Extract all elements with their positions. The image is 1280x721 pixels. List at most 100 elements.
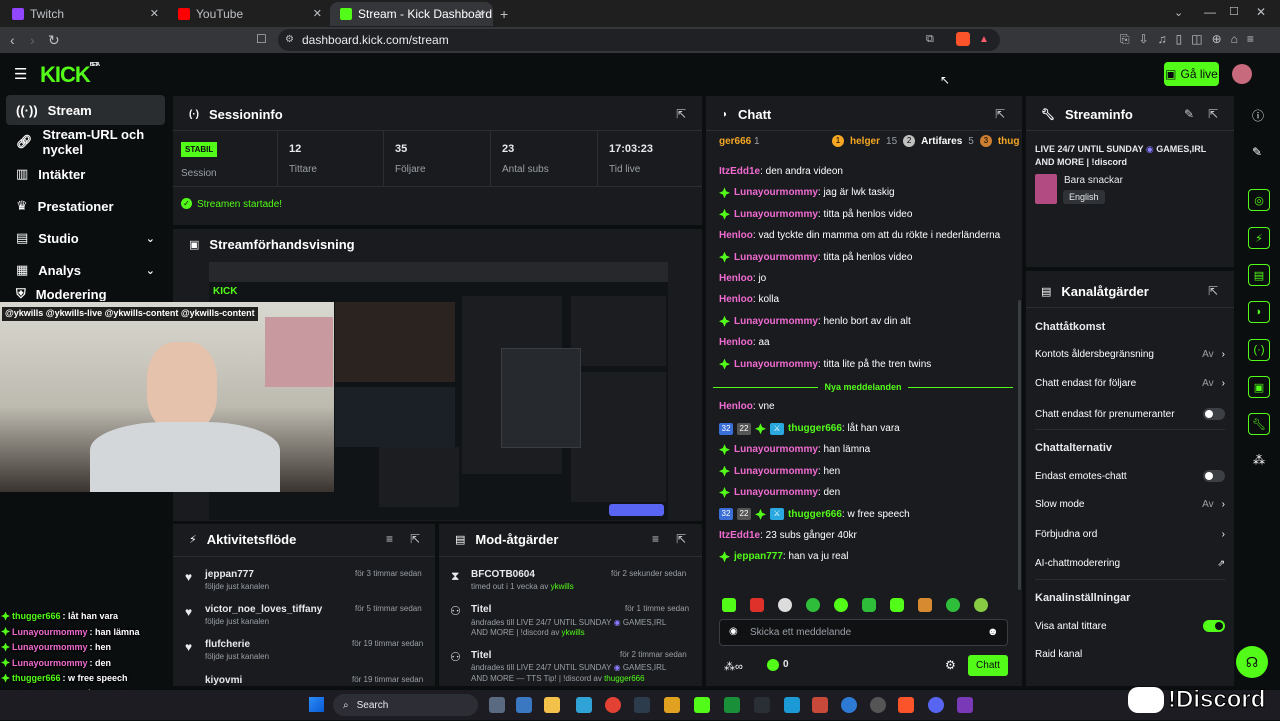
popout-icon[interactable]: ⇱ <box>676 532 686 546</box>
chat-message[interactable]: 32 22 ⚔ thugger666: w free speech <box>719 508 910 521</box>
tab-list-icon[interactable]: ⌄ <box>1174 6 1183 19</box>
app-icon[interactable] <box>516 697 532 713</box>
maximize-icon[interactable]: ☐ <box>1229 5 1239 18</box>
go-live-button[interactable]: ▣ Gå live <box>1164 62 1219 86</box>
chat-username[interactable]: thugger666 <box>788 509 842 520</box>
rail-button-lightning[interactable]: ⚡ <box>1248 227 1270 249</box>
chat-username[interactable]: Lunayourmommy <box>734 487 818 498</box>
rockstar-icon[interactable] <box>664 697 680 713</box>
rail-button-chat[interactable]: ◗ <box>1248 301 1270 323</box>
emote-icon[interactable] <box>806 598 820 612</box>
app-icon[interactable] <box>754 697 770 713</box>
emote-icon[interactable] <box>862 598 876 612</box>
xbox-icon[interactable] <box>724 697 740 713</box>
avatar[interactable] <box>1232 64 1252 84</box>
setting-slow-mode[interactable]: Slow mode Av › <box>1035 499 1225 510</box>
chat-message[interactable]: Lunayourmommy: titta på henlos video <box>719 251 912 263</box>
chat-username[interactable]: Lunayourmommy <box>734 187 818 198</box>
chat-username[interactable]: Lunayourmommy <box>734 359 818 370</box>
sidebar-item-moderation[interactable]: ⛨ Moderering <box>6 287 165 301</box>
chat-message[interactable]: jeppan777: han va ju real <box>719 551 849 563</box>
rail-button-target[interactable]: ◎ <box>1248 189 1270 211</box>
address-bar[interactable]: dashboard.kick.com/stream <box>278 29 1000 51</box>
setting-followers-only[interactable]: Chatt endast för följare Av › <box>1035 378 1225 389</box>
app-icon[interactable] <box>841 697 857 713</box>
close-window-icon[interactable]: ✕ <box>1256 5 1266 19</box>
tab-kick-dashboard[interactable]: Stream - Kick Dashboard ✕ <box>330 2 493 26</box>
minimize-icon[interactable]: — <box>1204 5 1216 19</box>
brave-rewards-icon[interactable]: ▲ <box>979 34 989 45</box>
back-icon[interactable]: ‹ <box>10 32 15 48</box>
sidebar-item-analytics[interactable]: ▦ Analys ⌄ <box>6 255 165 285</box>
chat-message[interactable]: Lunayourmommy: jag är lwk taskig <box>719 187 895 199</box>
sidebar-item-revenue[interactable]: ▥ Intäkter <box>6 159 165 189</box>
close-tab-icon[interactable]: ✕ <box>476 7 485 20</box>
users-icon[interactable]: ⁂ <box>1253 453 1265 467</box>
setting-raid[interactable]: Raid kanal <box>1035 649 1225 660</box>
emote-icon[interactable] <box>778 598 792 612</box>
chat-username[interactable]: Henloo <box>719 294 753 305</box>
rail-button-wrench[interactable]: 🔧︎ <box>1248 413 1270 435</box>
new-tab-icon[interactable]: + <box>500 6 508 22</box>
gear-icon[interactable]: ⚙ <box>945 658 956 672</box>
sidebar-item-achievements[interactable]: ♛ Prestationer <box>6 191 165 221</box>
chat-message[interactable]: Lunayourmommy: titta lite på the tren tw… <box>719 358 931 370</box>
chat-message[interactable]: Lunayourmommy: han lämna <box>719 444 870 456</box>
filter-icon[interactable]: ≡ <box>652 532 659 546</box>
emote-icon[interactable] <box>890 598 904 612</box>
sidebar-item-studio[interactable]: ▤ Studio ⌄ <box>6 223 165 253</box>
chat-username[interactable]: Lunayourmommy <box>734 252 818 263</box>
emote-icon[interactable] <box>946 598 960 612</box>
popout-icon[interactable]: ⇱ <box>995 107 1005 121</box>
users-icon[interactable]: ⁂∞ <box>724 660 743 673</box>
support-icon[interactable]: ☊ <box>1236 646 1268 678</box>
chat-username[interactable]: thugger666 <box>788 423 842 434</box>
chrome-icon[interactable] <box>605 697 621 713</box>
filter-icon[interactable]: ≡ <box>386 532 393 546</box>
reload-icon[interactable]: ↻ <box>48 32 60 49</box>
edit-icon[interactable]: ✎ <box>1184 107 1194 121</box>
kick-logo[interactable]: KICKBETA <box>40 62 100 88</box>
chat-message[interactable]: Lunayourmommy: hen <box>719 465 840 477</box>
extensions-icon[interactable]: ⎘⇩♫▯◫⊕⌂≡ <box>1120 32 1263 47</box>
chat-username[interactable]: Lunayourmommy <box>734 466 818 477</box>
forward-icon[interactable]: › <box>30 32 35 48</box>
chat-username[interactable]: Lunayourmommy <box>734 444 818 455</box>
info-icon[interactable]: ⓘ <box>1252 107 1264 124</box>
rail-button-layout[interactable]: ▣ <box>1248 376 1270 398</box>
chat-message[interactable]: 32 22 ⚔ thugger666: låt han vara <box>719 422 900 435</box>
emote-icon[interactable] <box>918 598 932 612</box>
windows-start-icon[interactable] <box>309 697 324 712</box>
popout-icon[interactable]: ⇱ <box>410 532 420 546</box>
chat-message[interactable]: ItzEdd1e: 23 subs gånger 40kr <box>719 530 857 541</box>
tab-twitch[interactable]: Twitch ✕ <box>2 2 167 26</box>
chat-message[interactable]: Henloo: jo <box>719 273 766 284</box>
chat-message[interactable]: Lunayourmommy: titta på henlos video <box>719 208 912 220</box>
app-icon[interactable] <box>576 697 592 713</box>
rail-button-clipboard[interactable]: ▤ <box>1248 264 1270 286</box>
chat-scrollbar[interactable] <box>1018 300 1021 590</box>
close-tab-icon[interactable]: ✕ <box>150 7 159 20</box>
emote-icon[interactable] <box>722 598 736 612</box>
taskbar-search[interactable]: ⌕ Search <box>333 694 478 716</box>
chat-username[interactable]: jeppan777 <box>734 551 783 562</box>
chat-username[interactable]: Henloo <box>719 230 753 241</box>
chat-message[interactable]: Henloo: vne <box>719 401 775 412</box>
chat-username[interactable]: ItzEdd1e <box>719 530 760 541</box>
setting-banned-words[interactable]: Förbjudna ord › <box>1035 529 1225 540</box>
pencil-icon[interactable]: ✎ <box>1252 145 1262 159</box>
brave-shields-icon[interactable] <box>956 32 970 46</box>
chat-username[interactable]: Henloo <box>719 337 753 348</box>
popout-icon[interactable]: ⇱ <box>1208 107 1218 121</box>
menu-icon[interactable]: ☰ <box>14 65 27 83</box>
setting-ai-moderation[interactable]: AI-chattmoderering ⇗ <box>1035 558 1225 569</box>
chat-username[interactable]: ItzEdd1e <box>719 166 760 177</box>
chat-username[interactable]: Henloo <box>719 273 753 284</box>
chat-username[interactable]: Lunayourmommy <box>734 316 818 327</box>
app-icon[interactable] <box>812 697 828 713</box>
show-viewers-toggle[interactable] <box>1203 620 1225 632</box>
chat-message[interactable]: Henloo: vad tyckte din mamma om att du r… <box>719 230 1000 241</box>
chat-message[interactable]: Henloo: kolla <box>719 294 779 305</box>
file-explorer-icon[interactable] <box>544 697 560 713</box>
emote-icon[interactable] <box>834 598 848 612</box>
